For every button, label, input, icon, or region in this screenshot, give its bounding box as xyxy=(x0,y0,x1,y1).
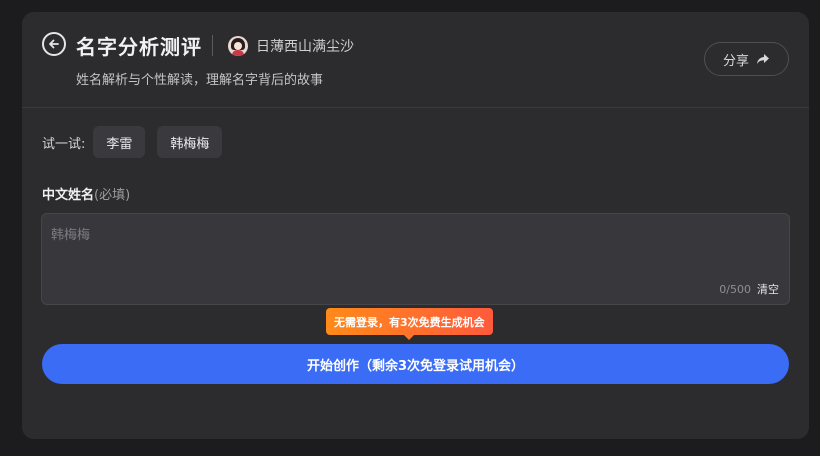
example-chip-li-lei[interactable]: 李雷 xyxy=(93,126,146,158)
page-title: 名字分析测评 xyxy=(76,35,202,59)
try-label: 试一试: xyxy=(42,136,86,152)
main-card: 名字分析测评 日薄西山满尘沙 姓名解析与个性解读，理解名字背后的故事 分享 试一… xyxy=(22,12,809,439)
start-create-button[interactable]: 开始创作（剩余3次免登录试用机会） xyxy=(42,344,789,384)
name-field-label: 中文姓名(必填) xyxy=(42,184,130,203)
share-icon xyxy=(757,54,769,64)
header: 名字分析测评 日薄西山满尘沙 姓名解析与个性解读，理解名字背后的故事 分享 xyxy=(22,12,809,108)
char-count: 0/500 xyxy=(719,282,751,296)
share-label: 分享 xyxy=(722,53,749,69)
required-hint: (必填) xyxy=(94,188,131,203)
name-input[interactable] xyxy=(42,214,789,304)
free-trial-tooltip: 无需登录，有3次免费生成机会 xyxy=(326,308,493,340)
page-subtitle: 姓名解析与个性解读，理解名字背后的故事 xyxy=(76,73,324,88)
char-counter: 0/500 清空 xyxy=(719,281,779,297)
name-input-wrapper: 0/500 清空 xyxy=(41,213,790,305)
author-info[interactable]: 日薄西山满尘沙 xyxy=(228,36,354,56)
back-button[interactable] xyxy=(42,32,66,56)
example-chip-han-meimei[interactable]: 韩梅梅 xyxy=(157,126,223,158)
try-row: 试一试: 李雷 韩梅梅 xyxy=(42,126,234,158)
arrow-left-icon xyxy=(49,39,59,49)
share-button[interactable]: 分享 xyxy=(704,42,789,76)
clear-button[interactable]: 清空 xyxy=(757,281,779,297)
avatar xyxy=(228,36,248,56)
title-divider xyxy=(212,35,213,56)
field-label-text: 中文姓名 xyxy=(42,188,95,203)
author-name: 日薄西山满尘沙 xyxy=(256,39,354,55)
